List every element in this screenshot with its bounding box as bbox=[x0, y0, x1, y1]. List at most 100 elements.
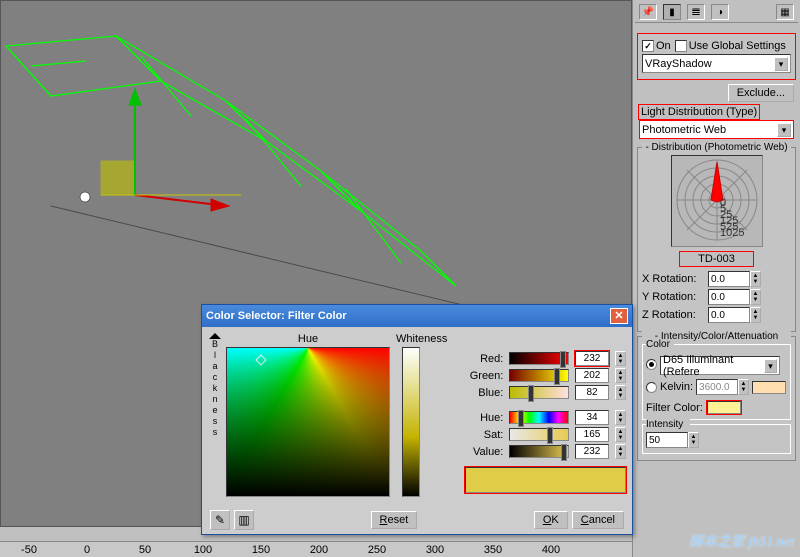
color-header: Color bbox=[646, 339, 674, 350]
pin-icon[interactable]: 📌 bbox=[639, 4, 657, 20]
sat-spinner[interactable]: ▲▼ bbox=[615, 427, 626, 442]
ok-button[interactable]: OKOK bbox=[534, 511, 568, 529]
command-panel-tabs: 📌 ▮ 𝌆 ◑ ▦ bbox=[635, 2, 798, 23]
light-dist-dropdown[interactable]: Photometric Web ▾ bbox=[639, 120, 794, 139]
sat-label: Sat: bbox=[465, 429, 503, 441]
shadow-type-value: VRayShadow bbox=[645, 58, 712, 70]
green-value[interactable]: 202 bbox=[575, 368, 609, 383]
gizmo-x-axis[interactable] bbox=[135, 195, 219, 205]
kelvin-spinner[interactable] bbox=[696, 379, 738, 395]
hsv-picker[interactable] bbox=[226, 347, 390, 497]
command-panel: 📌 ▮ 𝌆 ◑ ▦ ✓On Use Global Settings VRaySh… bbox=[632, 0, 800, 557]
gizmo-center-box[interactable] bbox=[101, 161, 135, 195]
gizmo-x-arrow[interactable] bbox=[211, 199, 229, 211]
intensity-spinner[interactable]: ▲▼ bbox=[646, 432, 699, 448]
blue-slider[interactable] bbox=[509, 386, 569, 399]
blue-label: Blue: bbox=[465, 387, 503, 399]
tick: 300 bbox=[406, 544, 464, 556]
shadow-on-checkbox[interactable]: ✓On bbox=[642, 40, 671, 52]
close-button[interactable]: ✕ bbox=[610, 308, 628, 324]
green-slider[interactable] bbox=[509, 369, 569, 382]
tick: 200 bbox=[290, 544, 348, 556]
chevron-down-icon[interactable]: ▾ bbox=[777, 123, 791, 137]
zrot-spinner[interactable]: ▲▼ bbox=[708, 307, 761, 323]
red-slider[interactable] bbox=[509, 352, 569, 365]
color-selector-dialog: Color Selector: Filter Color ✕ Blackness… bbox=[201, 304, 633, 535]
gizmo-y-arrow[interactable] bbox=[129, 89, 141, 105]
tick: 50 bbox=[116, 544, 174, 556]
sat-value[interactable]: 165 bbox=[575, 427, 609, 442]
origin-dot[interactable] bbox=[80, 192, 90, 202]
photometric-web-preview[interactable]: 0525 1255251025 bbox=[671, 155, 763, 247]
value-slider[interactable] bbox=[509, 445, 569, 458]
tick: 350 bbox=[464, 544, 522, 556]
reset-button[interactable]: RReseteset bbox=[371, 511, 418, 529]
val-value[interactable]: 232 bbox=[575, 444, 609, 459]
time-ruler[interactable]: -50 0 50 100 150 200 250 300 350 400 bbox=[0, 541, 632, 557]
filter-color-label: Filter Color: bbox=[646, 402, 703, 414]
kelvin-swatch[interactable] bbox=[752, 381, 786, 394]
global-settings-label: Use Global Settings bbox=[689, 40, 786, 52]
kelvin-label: Kelvin: bbox=[660, 381, 693, 393]
chevron-down-icon[interactable]: ▾ bbox=[774, 57, 788, 71]
zrot-label: Z Rotation: bbox=[642, 309, 704, 321]
chevron-down-icon[interactable]: ▾ bbox=[764, 359, 777, 373]
intensity-header: Intensity bbox=[646, 419, 690, 430]
light-dist-label: Light Distribution (Type) bbox=[639, 105, 759, 119]
red-spinner[interactable]: ▲▼ bbox=[615, 351, 626, 366]
dialog-titlebar[interactable]: Color Selector: Filter Color ✕ bbox=[202, 305, 632, 327]
hue-label: Hue bbox=[226, 333, 390, 345]
tick: 150 bbox=[232, 544, 290, 556]
ies-file-button[interactable]: TD-003 bbox=[679, 251, 754, 267]
yrot-spinner[interactable]: ▲▼ bbox=[708, 289, 761, 305]
hsv-cursor[interactable] bbox=[255, 354, 266, 365]
tick: 400 bbox=[522, 544, 580, 556]
exclude-button[interactable]: Exclude... bbox=[728, 84, 794, 102]
val-spinner[interactable]: ▲▼ bbox=[615, 444, 626, 459]
store-color-icon[interactable]: ▥ bbox=[234, 510, 254, 530]
shadow-type-dropdown[interactable]: VRayShadow ▾ bbox=[642, 54, 791, 73]
tick: -50 bbox=[0, 544, 58, 556]
blue-value[interactable]: 82 bbox=[575, 385, 609, 400]
hue-value[interactable]: 34 bbox=[575, 410, 609, 425]
color-preview[interactable] bbox=[465, 467, 626, 493]
val-label: Value: bbox=[465, 446, 503, 458]
tick: 100 bbox=[174, 544, 232, 556]
wireframe-truss[interactable] bbox=[6, 36, 456, 286]
sat-slider[interactable] bbox=[509, 428, 569, 441]
modify-tab-icon[interactable]: ▮ bbox=[663, 4, 681, 20]
kelvin-radio[interactable]: Kelvin: ▲▼ bbox=[646, 379, 786, 395]
xrot-label: X Rotation: bbox=[642, 273, 704, 285]
svg-text:1025: 1025 bbox=[720, 227, 744, 239]
hierarchy-tab-icon[interactable]: 𝌆 bbox=[687, 4, 705, 20]
red-value[interactable]: 232 bbox=[575, 351, 609, 366]
preset-radio[interactable]: D65 Illuminant (Refere▾ bbox=[646, 354, 780, 375]
hue-slider[interactable] bbox=[509, 411, 569, 424]
whiteness-label: Whiteness bbox=[396, 333, 447, 345]
blackness-column: Blackness bbox=[208, 333, 222, 507]
shadow-on-label: On bbox=[656, 40, 671, 52]
eyedropper-icon[interactable]: ✎ bbox=[210, 510, 230, 530]
intensity-section: - Intensity/Color/Attenuation Color D65 … bbox=[637, 336, 796, 461]
preset-value: D65 Illuminant (Refere bbox=[663, 354, 764, 378]
cancel-button[interactable]: CancelCancel bbox=[572, 511, 624, 529]
section-title: - Distribution (Photometric Web) bbox=[642, 142, 791, 153]
whiteness-slider[interactable] bbox=[402, 347, 420, 497]
light-dist-value: Photometric Web bbox=[642, 124, 726, 136]
filter-color-swatch[interactable] bbox=[707, 401, 741, 414]
hue-slider-label: Hue: bbox=[465, 412, 503, 424]
xrot-spinner[interactable]: ▲▼ bbox=[708, 271, 761, 287]
hue-spinner[interactable]: ▲▼ bbox=[615, 410, 626, 425]
yrot-label: Y Rotation: bbox=[642, 291, 704, 303]
red-label: Red: bbox=[465, 353, 503, 365]
green-label: Green: bbox=[465, 370, 503, 382]
photometric-web-section: - Distribution (Photometric Web) 0525 12… bbox=[637, 147, 796, 332]
dialog-title: Color Selector: Filter Color bbox=[206, 310, 347, 322]
global-settings-checkbox[interactable]: Use Global Settings bbox=[675, 40, 786, 52]
green-spinner[interactable]: ▲▼ bbox=[615, 368, 626, 383]
utilities-tab-icon[interactable]: ▦ bbox=[776, 4, 794, 20]
blue-spinner[interactable]: ▲▼ bbox=[615, 385, 626, 400]
tick: 0 bbox=[58, 544, 116, 556]
motion-tab-icon[interactable]: ◑ bbox=[711, 4, 729, 20]
shadows-section: ✓On Use Global Settings VRayShadow ▾ bbox=[637, 33, 796, 80]
